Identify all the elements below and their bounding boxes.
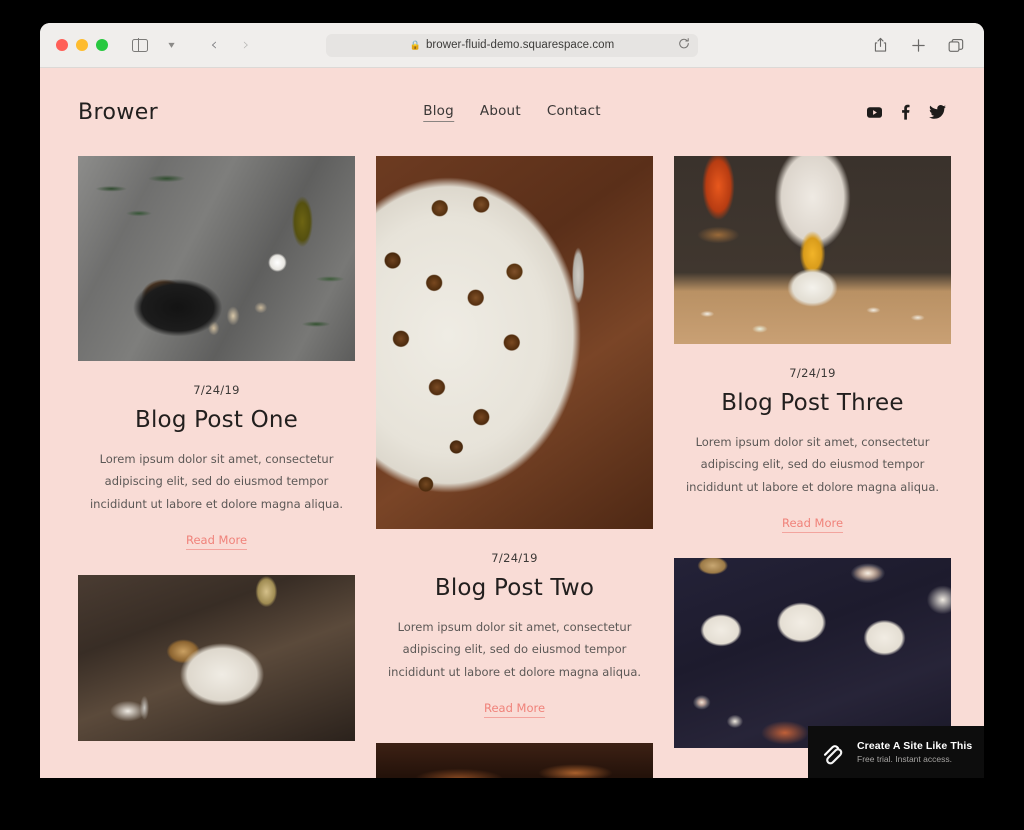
- blog-post-grid: 7/24/19 Blog Post One Lorem ipsum dolor …: [40, 156, 984, 778]
- grid-column-1: 7/24/19 Blog Post One Lorem ipsum dolor …: [78, 156, 355, 766]
- promo-subtitle: Free trial. Instant access.: [857, 754, 952, 764]
- lock-icon: 🔒: [409, 39, 421, 50]
- social-link-facebook[interactable]: [901, 104, 910, 120]
- address-bar[interactable]: 🔒 brower-fluid-demo.squarespace.com: [326, 33, 698, 57]
- back-button[interactable]: ‹: [200, 32, 228, 58]
- blog-post-card: 7/24/19 Blog Post Three Lorem ipsum dolo…: [674, 156, 951, 534]
- new-tab-button[interactable]: [904, 32, 932, 58]
- blog-post-card: [78, 575, 355, 742]
- minimize-window-button[interactable]: [76, 39, 88, 51]
- post-image-party-table-spread[interactable]: [674, 558, 951, 749]
- url-text: brower-fluid-demo.squarespace.com: [425, 39, 615, 51]
- social-links: [867, 104, 946, 120]
- post-date: 7/24/19: [193, 383, 240, 397]
- share-button[interactable]: [866, 32, 894, 58]
- post-date: 7/24/19: [789, 366, 836, 380]
- post-excerpt: Lorem ipsum dolor sit amet, consectetur …: [89, 452, 344, 511]
- twitter-icon: [929, 105, 946, 119]
- read-more-wrapper: Read More: [376, 699, 653, 719]
- blog-post-card: 7/24/19 Blog Post One Lorem ipsum dolor …: [78, 156, 355, 551]
- post-image-partial-food[interactable]: [376, 743, 653, 778]
- forward-arrow-icon: ›: [242, 34, 250, 55]
- social-link-twitter[interactable]: [929, 105, 946, 119]
- site-logo[interactable]: Brower: [78, 100, 158, 125]
- reload-icon: [679, 38, 689, 49]
- maximize-window-button[interactable]: [96, 39, 108, 51]
- post-image-chef-ramen-noodles[interactable]: [674, 156, 951, 344]
- squarespace-logo-icon: [823, 744, 843, 764]
- plus-icon: [911, 38, 925, 52]
- tab-overview-icon: [948, 38, 964, 52]
- sidebar-toggle-button[interactable]: [126, 32, 154, 58]
- promo-text-group: Create A Site Like This Free trial. Inst…: [857, 740, 972, 764]
- read-more-link[interactable]: Read More: [781, 516, 844, 534]
- show-tabs-button[interactable]: [942, 32, 970, 58]
- facebook-icon: [902, 104, 910, 120]
- reload-button[interactable]: [678, 38, 690, 53]
- social-link-youtube[interactable]: [867, 106, 882, 118]
- browser-toolbar: ▾ ‹ › 🔒 brower-fluid-demo.squarespace.co…: [40, 23, 984, 68]
- toolbar-right-group: [866, 32, 970, 58]
- forward-button[interactable]: ›: [232, 32, 260, 58]
- sidebar-toggle-icon: [132, 38, 148, 52]
- read-more-link[interactable]: Read More: [483, 701, 546, 719]
- post-title[interactable]: Blog Post Two: [376, 575, 653, 601]
- read-more-wrapper: Read More: [78, 531, 355, 551]
- nav-item-blog[interactable]: Blog: [423, 103, 454, 122]
- desktop-background: ▾ ‹ › 🔒 brower-fluid-demo.squarespace.co…: [0, 0, 1024, 830]
- window-controls: [56, 39, 108, 51]
- read-more-wrapper: Read More: [674, 514, 951, 534]
- post-excerpt: Lorem ipsum dolor sit amet, consectetur …: [685, 435, 940, 494]
- chevron-down-icon: ▾: [168, 39, 176, 51]
- site-header: Brower Blog About Contact: [40, 68, 984, 156]
- post-excerpt: Lorem ipsum dolor sit amet, consectetur …: [387, 620, 642, 679]
- blog-post-card: [674, 558, 951, 749]
- close-window-button[interactable]: [56, 39, 68, 51]
- nav-item-about[interactable]: About: [480, 103, 521, 122]
- read-more-link[interactable]: Read More: [185, 533, 248, 551]
- post-image-bread-knife-olive-oil[interactable]: [78, 156, 355, 361]
- share-icon: [874, 37, 886, 52]
- tab-group-dropdown-button[interactable]: ▾: [158, 32, 186, 58]
- grid-column-3: 7/24/19 Blog Post Three Lorem ipsum dolo…: [674, 156, 951, 773]
- post-title[interactable]: Blog Post One: [78, 407, 355, 433]
- main-navigation: Blog About Contact: [423, 103, 601, 122]
- youtube-icon: [867, 106, 882, 118]
- post-date: 7/24/19: [491, 551, 538, 565]
- web-page-viewport: Brower Blog About Contact 7/24/19 Blog P…: [40, 68, 984, 778]
- post-image-mussels-bowl-wine[interactable]: [78, 575, 355, 742]
- nav-item-contact[interactable]: Contact: [547, 103, 601, 122]
- promo-title: Create A Site Like This: [857, 740, 973, 752]
- blog-post-card: 7/24/19 Blog Post Two Lorem ipsum dolor …: [376, 156, 653, 719]
- post-title[interactable]: Blog Post Three: [674, 390, 951, 416]
- browser-window: ▾ ‹ › 🔒 brower-fluid-demo.squarespace.co…: [40, 23, 984, 778]
- toolbar-left-group: ▾ ‹ ›: [126, 32, 260, 58]
- back-arrow-icon: ‹: [210, 34, 218, 55]
- blog-post-card: [376, 743, 653, 778]
- post-image-escargot-plate[interactable]: [376, 156, 653, 529]
- squarespace-promo-banner[interactable]: Create A Site Like This Free trial. Inst…: [808, 726, 984, 778]
- grid-column-2: 7/24/19 Blog Post Two Lorem ipsum dolor …: [376, 156, 653, 778]
